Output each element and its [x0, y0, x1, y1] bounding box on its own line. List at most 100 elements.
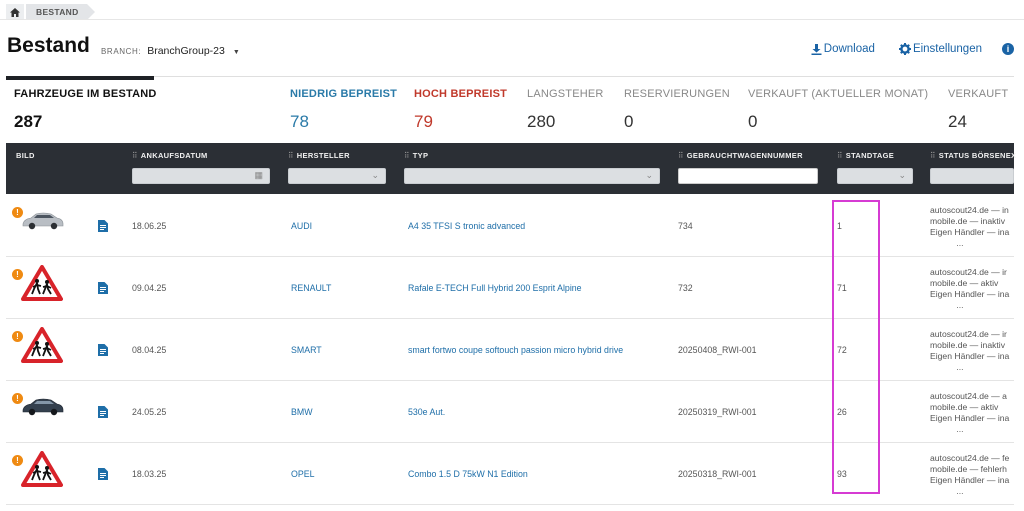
page-title: Bestand [7, 34, 90, 57]
column-header-typ[interactable]: ⠿ TYP [404, 151, 428, 160]
filter-status-select[interactable] [930, 168, 1014, 184]
cell-ankaufsdatum: 09.04.25 [132, 283, 167, 293]
stat-langsteher[interactable]: LANGSTEHER 280 [527, 88, 604, 132]
settings-button[interactable]: Einstellungen [898, 43, 982, 55]
document-icon[interactable] [98, 467, 108, 485]
divider [0, 19, 1024, 20]
stat-verkauft[interactable]: VERKAUFT 24 [948, 88, 1008, 132]
children-crossing-sign-icon [21, 327, 63, 363]
status-line: Eigen Händler — ina [930, 289, 1010, 299]
status-line: autoscout24.de — in [930, 205, 1009, 215]
status-line: Eigen Händler — ina [930, 351, 1010, 361]
stat-label: NIEDRIG BEPREIST [290, 88, 398, 100]
status-line: Eigen Händler — ina [930, 475, 1010, 485]
settings-label: Einstellungen [912, 43, 982, 55]
chevron-down-icon: ⌄ [898, 170, 906, 180]
vehicle-thumbnail[interactable] [21, 451, 63, 492]
vehicle-thumbnail[interactable] [21, 327, 63, 368]
stat-niedrig-bepreist[interactable]: NIEDRIG BEPREIST 78 [290, 88, 397, 132]
breadcrumb-item-bestand[interactable]: BESTAND [26, 4, 95, 20]
status-line: mobile.de — fehlerh [930, 464, 1007, 474]
cell-status-boersenexport: autoscout24.de — fe mobile.de — fehlerh Ei… [930, 453, 1020, 497]
stat-reservierungen[interactable]: RESERVIERUNGEN 0 [624, 88, 730, 132]
branch-value[interactable]: BranchGroup-23 [147, 45, 225, 57]
status-line: Eigen Händler — ina [930, 227, 1010, 237]
filter-standtage-select[interactable]: ⌄ [837, 168, 913, 184]
cell-typ[interactable]: 530e Aut. [408, 381, 445, 443]
active-tab-indicator [6, 76, 154, 80]
vehicle-thumbnail[interactable] [21, 212, 65, 235]
status-line: Eigen Händler — ina [930, 413, 1010, 423]
chevron-down-icon: ⌄ [645, 170, 653, 180]
cell-hersteller[interactable]: RENAULT [291, 257, 331, 319]
stat-label: VERKAUFT [948, 88, 1009, 100]
status-line: ... [956, 424, 964, 434]
filter-nummer-input[interactable] [678, 168, 818, 184]
sort-icon: ⠿ [132, 151, 138, 160]
download-button[interactable]: Download [811, 43, 875, 55]
cell-status-boersenexport: autoscout24.de — in mobile.de — inaktiv Ei… [930, 205, 1020, 249]
filter-typ-select[interactable]: ⌄ [404, 168, 660, 184]
car-icon [22, 212, 64, 230]
status-line: ... [956, 300, 964, 310]
stat-hoch-bepreist[interactable]: HOCH BEPREIST 79 [414, 88, 507, 132]
status-line: autoscout24.de — fe [930, 453, 1010, 463]
cell-status-boersenexport: autoscout24.de — a mobile.de — aktiv Eigen… [930, 391, 1020, 435]
cell-ankaufsdatum: 18.03.25 [132, 469, 167, 479]
stat-label: LANGSTEHER [527, 88, 604, 100]
chevron-down-icon: ⌄ [371, 170, 379, 180]
cell-hersteller[interactable]: SMART [291, 319, 322, 381]
cell-typ[interactable]: smart fortwo coupe softouch passion micr… [408, 319, 623, 381]
stat-value: 0 [748, 112, 758, 131]
gear-icon [898, 43, 911, 55]
cell-hersteller[interactable]: OPEL [291, 443, 314, 505]
cell-typ[interactable]: Combo 1.5 D 75kW N1 Edition [408, 443, 528, 505]
status-line: autoscout24.de — ir [930, 267, 1007, 277]
document-icon[interactable] [98, 343, 108, 361]
stat-value: 79 [414, 112, 433, 131]
sort-icon: ⠿ [678, 151, 684, 160]
stat-label: VERKAUFT (AKTUELLER MONAT) [748, 88, 929, 100]
cell-hersteller[interactable]: AUDI [291, 195, 312, 257]
cell-status-boersenexport: autoscout24.de — ir mobile.de — inaktiv Ei… [930, 329, 1020, 373]
stat-value: 24 [948, 112, 967, 131]
cell-typ[interactable]: A4 35 TFSI S tronic advanced [408, 195, 525, 257]
column-header-standtage[interactable]: ⠿ STANDTAGE [837, 151, 894, 160]
home-icon[interactable] [6, 4, 24, 20]
info-icon[interactable]: i [1002, 43, 1014, 55]
filter-date-input[interactable]: ▦ [132, 168, 270, 184]
document-icon[interactable] [98, 405, 108, 423]
column-header-gebrauchtwagennummer[interactable]: ⠿ GEBRAUCHTWAGENNUMMER [678, 151, 803, 160]
column-header-status[interactable]: ⠿ STATUS BÖRSENEX [930, 151, 1016, 160]
table-header: BILD ⠿ ANKAUFSDATUM ⠿ HERSTELLER ⠿ TYP ⠿ GEB… [6, 143, 1016, 194]
cell-ankaufsdatum: 18.06.25 [132, 221, 167, 231]
download-label: Download [823, 43, 875, 55]
filter-hersteller-select[interactable]: ⌄ [288, 168, 386, 184]
vehicle-thumbnail[interactable] [21, 265, 63, 306]
branch-selector[interactable]: BRANCH: BranchGroup-23 ▼ [101, 45, 240, 57]
vehicle-thumbnail[interactable] [21, 398, 65, 421]
caret-down-icon[interactable]: ▼ [233, 49, 240, 56]
stat-label: HOCH BEPREIST [414, 88, 508, 100]
stat-value: 78 [290, 112, 309, 131]
stat-value: 0 [624, 112, 634, 131]
status-line: mobile.de — aktiv [930, 402, 999, 412]
status-line: ... [956, 362, 964, 372]
cell-ankaufsdatum: 24.05.25 [132, 407, 167, 417]
column-header-ankaufsdatum[interactable]: ⠿ ANKAUFSDATUM [132, 151, 208, 160]
status-line: ... [956, 238, 964, 248]
status-line: mobile.de — inaktiv [930, 340, 1005, 350]
cell-gebrauchtwagennummer: 732 [678, 283, 693, 293]
column-header-bild: BILD [16, 151, 35, 160]
cell-gebrauchtwagennummer: 20250318_RWI-001 [678, 469, 757, 479]
column-header-hersteller[interactable]: ⠿ HERSTELLER [288, 151, 350, 160]
cell-typ[interactable]: Rafale E-TECH Full Hybrid 200 Esprit Alp… [408, 257, 582, 319]
cell-hersteller[interactable]: BMW [291, 381, 313, 443]
document-icon[interactable] [98, 281, 108, 299]
stat-verkauft-aktueller-monat[interactable]: VERKAUFT (AKTUELLER MONAT) 0 [748, 88, 928, 132]
calendar-icon[interactable]: ▦ [254, 170, 263, 181]
status-line: mobile.de — inaktiv [930, 216, 1005, 226]
sort-icon: ⠿ [288, 151, 294, 160]
document-icon[interactable] [98, 219, 108, 237]
stat-fahrzeuge-im-bestand[interactable]: FAHRZEUGE IM BESTAND 287 [14, 88, 157, 132]
